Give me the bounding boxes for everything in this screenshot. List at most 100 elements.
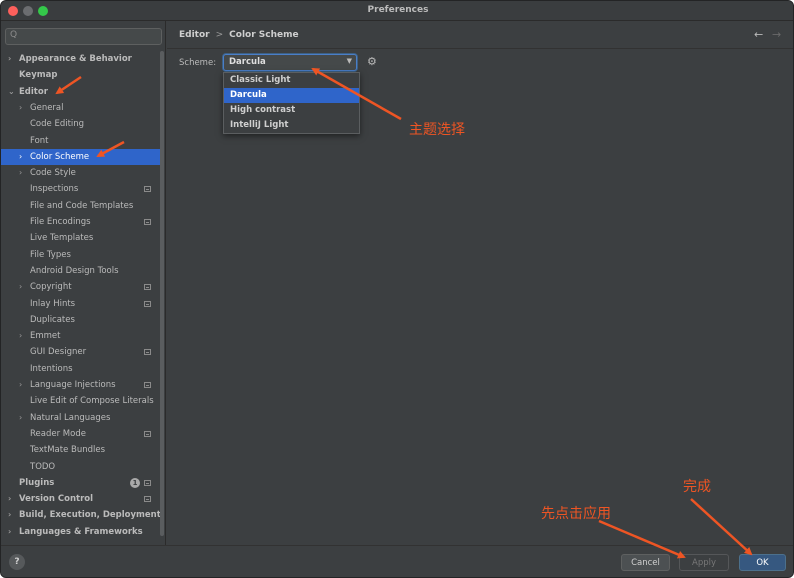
help-icon[interactable]: ?: [9, 554, 25, 570]
sidebar-item-intentions[interactable]: Intentions: [1, 361, 161, 377]
sidebar-item-live-templates[interactable]: Live Templates: [1, 230, 161, 246]
sidebar-item-file-and-code-templates[interactable]: File and Code Templates: [1, 198, 161, 214]
main-panel: Editor > Color Scheme ← → Scheme: Darcula …: [167, 21, 793, 545]
sidebar-item-file-encodings[interactable]: File Encodings: [1, 214, 161, 230]
sidebar-item-general[interactable]: › General: [1, 100, 161, 116]
sidebar-item-label: TextMate Bundles: [30, 445, 106, 456]
sidebar-item-appearance-behavior[interactable]: › Appearance & Behavior: [1, 51, 161, 67]
chevron-right-icon[interactable]: ›: [19, 165, 22, 181]
sidebar-item-todo[interactable]: TODO: [1, 459, 161, 475]
apply-button[interactable]: Apply: [679, 554, 729, 571]
sidebar-item-duplicates[interactable]: Duplicates: [1, 312, 161, 328]
dialog-footer: ? Cancel Apply OK: [1, 545, 793, 577]
sidebar-item-inspections[interactable]: Inspections: [1, 181, 161, 197]
sidebar-item-languages-frameworks[interactable]: › Languages & Frameworks: [1, 524, 161, 540]
gear-icon[interactable]: ⚙: [367, 55, 377, 68]
chevron-right-icon[interactable]: ›: [19, 149, 22, 165]
sidebar-item-label: Emmet: [30, 331, 61, 342]
sidebar-item-label: Code Style: [30, 168, 76, 179]
project-scope-icon: [144, 430, 151, 437]
settings-sidebar: Q › Appearance & Behavior Keymap ⌄ Editor › Ge…: [1, 21, 166, 545]
sidebar-item-plugins[interactable]: Plugins 1: [1, 475, 161, 491]
chevron-right-icon[interactable]: ›: [8, 51, 11, 67]
sidebar-item-gui-designer[interactable]: GUI Designer: [1, 344, 161, 360]
search-icon: Q: [10, 30, 18, 40]
sidebar-item-build-execution-deployment[interactable]: › Build, Execution, Deployment: [1, 507, 161, 523]
annotation-apply-first: 先点击应用: [541, 506, 611, 522]
sidebar-item-label: Inlay Hints: [30, 298, 76, 309]
scheme-label: Scheme:: [179, 58, 217, 68]
dropdown-arrow-icon: ▼: [346, 57, 352, 65]
chevron-right-icon[interactable]: ›: [19, 328, 22, 344]
sidebar-scrollbar[interactable]: [160, 51, 164, 536]
project-scope-icon: [144, 496, 151, 503]
arrow-left-icon[interactable]: ←: [754, 28, 763, 41]
scheme-selected-value: Darcula: [229, 57, 266, 67]
project-scope-icon: [144, 300, 151, 307]
chevron-right-icon[interactable]: ›: [8, 491, 11, 507]
sidebar-item-label: Reader Mode: [30, 428, 86, 439]
sidebar-item-label: Code Editing: [30, 119, 85, 130]
sidebar-item-label: Languages & Frameworks: [19, 526, 143, 537]
sidebar-item-android-design-tools[interactable]: Android Design Tools: [1, 263, 161, 279]
chevron-right-icon[interactable]: ›: [8, 507, 11, 523]
sidebar-item-language-injections[interactable]: › Language Injections: [1, 377, 161, 393]
chevron-right-icon[interactable]: ›: [19, 279, 22, 295]
search-input[interactable]: Q: [5, 28, 162, 45]
sidebar-item-label: General: [30, 102, 64, 113]
chevron-right-icon[interactable]: ›: [19, 410, 22, 426]
sidebar-item-copyright[interactable]: › Copyright: [1, 279, 161, 295]
sidebar-item-label: Keymap: [19, 70, 58, 81]
sidebar-item-label: Duplicates: [30, 314, 75, 325]
sidebar-item-label: Intentions: [30, 363, 73, 374]
sidebar-item-code-editing[interactable]: Code Editing: [1, 116, 161, 132]
sidebar-item-code-style[interactable]: › Code Style: [1, 165, 161, 181]
sidebar-item-font[interactable]: Font: [1, 133, 161, 149]
sidebar-item-file-types[interactable]: File Types: [1, 247, 161, 263]
breadcrumb-item-editor[interactable]: Editor: [179, 30, 210, 40]
sidebar-item-inlay-hints[interactable]: Inlay Hints: [1, 296, 161, 312]
sidebar-item-label: Live Edit of Compose Literals: [30, 396, 154, 407]
project-scope-icon: [144, 479, 151, 486]
scheme-option-intellij-light[interactable]: IntelliJ Light: [224, 118, 359, 133]
scheme-options-popup: Classic Light Darcula High contrast Intelli…: [223, 72, 360, 134]
scheme-dropdown[interactable]: Darcula ▼: [223, 54, 357, 71]
chevron-down-icon[interactable]: ⌄: [8, 84, 15, 100]
sidebar-item-label: File Types: [30, 249, 71, 260]
chevron-right-icon[interactable]: ›: [8, 524, 11, 540]
sidebar-item-label: GUI Designer: [30, 347, 87, 358]
scheme-option-darcula[interactable]: Darcula: [224, 88, 359, 103]
chevron-right-icon[interactable]: ›: [19, 377, 22, 393]
scheme-option-classic-light[interactable]: Classic Light: [224, 73, 359, 88]
sidebar-item-color-scheme[interactable]: › Color Scheme: [1, 148, 161, 165]
scheme-option-high-contrast[interactable]: High contrast: [224, 103, 359, 118]
sidebar-item-emmet[interactable]: › Emmet: [1, 328, 161, 344]
sidebar-item-version-control[interactable]: › Version Control: [1, 491, 161, 507]
sidebar-item-label: File and Code Templates: [30, 200, 134, 211]
header-divider: [167, 48, 793, 49]
sidebar-item-label: Editor: [19, 86, 48, 97]
sidebar-item-label: TODO: [30, 461, 56, 472]
project-scope-icon: [144, 349, 151, 356]
sidebar-item-label: Build, Execution, Deployment: [19, 510, 161, 521]
breadcrumb-item-color-scheme: Color Scheme: [229, 30, 299, 40]
sidebar-item-label: Android Design Tools: [30, 265, 119, 276]
sidebar-item-textmate-bundles[interactable]: TextMate Bundles: [1, 442, 161, 458]
sidebar-item-natural-languages[interactable]: › Natural Languages: [1, 410, 161, 426]
arrow-right-icon[interactable]: →: [772, 28, 781, 41]
sidebar-item-label: File Encodings: [30, 217, 91, 227]
sidebar-item-label: Appearance & Behavior: [19, 54, 132, 64]
sidebar-item-reader-mode[interactable]: Reader Mode: [1, 426, 161, 442]
window-title: Preferences: [367, 5, 429, 15]
sidebar-item-label: Inspections: [30, 184, 79, 195]
update-count-badge: 1: [130, 477, 140, 488]
sidebar-item-keymap[interactable]: Keymap: [1, 67, 161, 83]
sidebar-item-editor[interactable]: ⌄ Editor: [1, 84, 161, 100]
sidebar-item-live-edit-of-compose-literals[interactable]: Live Edit of Compose Literals: [1, 393, 161, 409]
sidebar-item-label: Color Scheme: [30, 151, 90, 162]
sidebar-item-label: Version Control: [19, 494, 94, 505]
chevron-right-icon[interactable]: ›: [19, 100, 22, 116]
cancel-button[interactable]: Cancel: [621, 554, 670, 571]
breadcrumb: Editor > Color Scheme: [179, 30, 299, 40]
ok-button[interactable]: OK: [739, 554, 786, 571]
